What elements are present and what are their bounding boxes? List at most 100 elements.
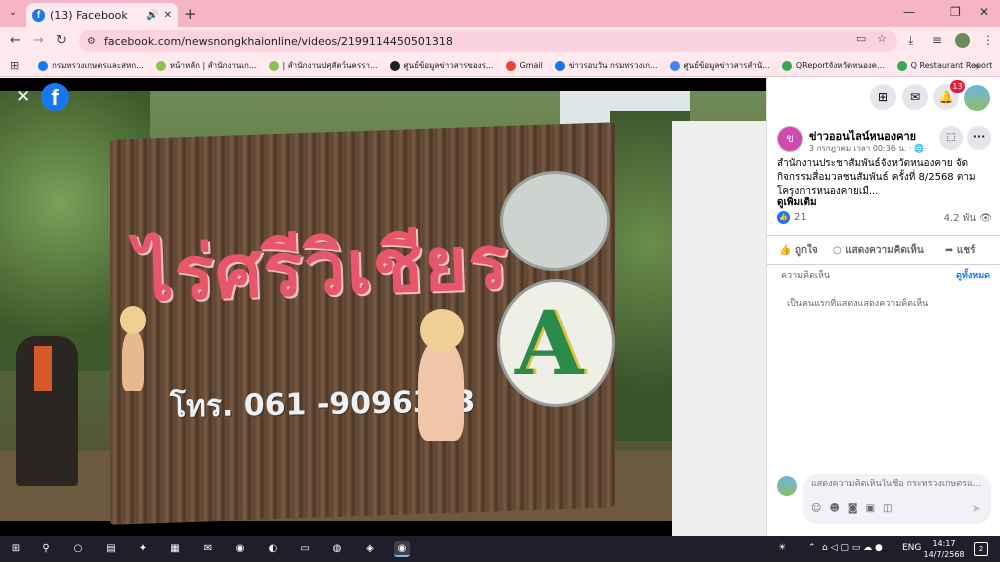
bookmark-item[interactable]: ศูนย์ข้อมูลข่าวสารของร...: [384, 59, 500, 72]
system-tray-icons[interactable]: ⌂ ◁ ▢ ▭ ☁ ●: [822, 543, 883, 553]
profile-avatar[interactable]: [955, 33, 970, 48]
save-post-icon[interactable]: ⬚: [939, 126, 963, 150]
calculator-icon[interactable]: ▦: [167, 541, 183, 557]
comment-input[interactable]: [811, 479, 987, 489]
url-text[interactable]: facebook.com/newsnongkhaionline/videos/2…: [104, 35, 453, 48]
bookmark-favicon-icon: [554, 60, 565, 71]
app-icon[interactable]: ◈: [362, 541, 378, 557]
bookmark-label: Q Restaurant Report: [910, 61, 993, 70]
messenger-icon[interactable]: ✉: [902, 84, 928, 110]
tray-expand-icon[interactable]: ⌃: [808, 543, 816, 553]
bookmark-item[interactable]: QReportจังหวัดหนองค...: [776, 59, 891, 72]
restore-icon[interactable]: ❐: [950, 5, 961, 19]
doll-figure: [418, 341, 464, 441]
close-tab-icon[interactable]: ✕: [164, 10, 172, 21]
forward-icon[interactable]: →: [33, 33, 44, 48]
line-app-icon[interactable]: ◍: [329, 541, 345, 557]
logo-letter: A: [515, 291, 584, 395]
store-icon[interactable]: ▤: [103, 541, 119, 557]
file-explorer-icon[interactable]: ▭: [297, 541, 313, 557]
chrome-icon[interactable]: ◉: [232, 541, 248, 557]
bookmark-item[interactable]: กรมทรวงเกษตรและสหก...: [32, 59, 150, 72]
site-info-icon[interactable]: ⚙: [87, 36, 96, 47]
outlook-icon[interactable]: ✉: [200, 541, 216, 557]
window-close-icon[interactable]: ✕: [979, 5, 989, 19]
chrome-active-icon[interactable]: ◉: [394, 541, 410, 557]
bookmark-item[interactable]: Gmail: [500, 60, 549, 71]
comment-button[interactable]: ○ แสดงความคิดเห็น: [833, 243, 924, 258]
video-frame: A ไร่ศรีวิเชียร โทร. 061 -9096373: [0, 91, 766, 536]
bookmark-item[interactable]: Q Restaurant Report: [891, 60, 999, 71]
facebook-logo-icon[interactable]: f: [41, 83, 69, 111]
bookmark-star-icon[interactable]: ☆: [877, 32, 887, 45]
bookmark-item[interactable]: ศูนย์ข้อมูลข่าวสารสำนั...: [664, 59, 776, 72]
send-icon[interactable]: ➤: [972, 502, 981, 515]
clock-time: 14:17: [932, 539, 956, 548]
avatar-sticker-icon[interactable]: ☺: [811, 503, 821, 514]
post-timestamp[interactable]: 3 กรกฎาคม เวลา 00:36 น. · 🌐: [809, 142, 924, 155]
edge-icon[interactable]: ◐: [265, 541, 281, 557]
bookmark-favicon-icon: [781, 60, 792, 71]
bookmark-label: | สำนักงานปศุสัตว์นครรา...: [282, 61, 378, 70]
download-icon[interactable]: ⤓: [908, 33, 913, 48]
browser-tab[interactable]: f (13) Facebook 🔊 ✕: [26, 3, 178, 27]
tab-search-icon[interactable]: ⌄: [4, 4, 22, 22]
weather-icon[interactable]: ☀: [778, 543, 786, 553]
comment-tools: ☺ ☻ ◙ ▣ ◫: [811, 503, 892, 514]
thumbs-up-icon: 👍: [779, 245, 795, 256]
speaker-icon[interactable]: 🔊: [146, 10, 158, 21]
like-label: ถูกใจ: [794, 245, 818, 256]
sticker-icon[interactable]: ◫: [883, 503, 892, 514]
menu-grid-icon[interactable]: ⊞: [870, 84, 896, 110]
close-video-icon[interactable]: ✕: [16, 89, 30, 106]
gif-icon[interactable]: ▣: [866, 503, 875, 514]
post-panel: ⊞ ✉ 🔔 13 ข ข่าวออนไลน์หนองคาย 3 กรกฎาคม …: [766, 78, 1000, 536]
share-button[interactable]: ➦ แชร์: [945, 243, 975, 258]
account-avatar[interactable]: [964, 85, 990, 111]
back-icon[interactable]: ←: [10, 33, 21, 48]
more-options-icon[interactable]: ···: [967, 126, 991, 150]
reactions-summary[interactable]: 👍 21: [777, 211, 807, 224]
video-player[interactable]: A ไร่ศรีวิเชียร โทร. 061 -9096373: [0, 78, 766, 536]
task-view-icon[interactable]: ○: [70, 541, 86, 557]
more-bookmarks-icon[interactable]: »: [973, 59, 980, 72]
seal-emblem: [500, 171, 610, 271]
minimize-icon[interactable]: —: [903, 5, 915, 19]
apps-grid-icon[interactable]: ⊞: [10, 59, 32, 72]
cast-icon[interactable]: ▭: [856, 32, 866, 45]
address-bar[interactable]: ⚙ facebook.com/newsnongkhaionline/videos…: [79, 30, 897, 52]
system-clock[interactable]: 14:17 14/7/2568: [920, 538, 968, 560]
comment-label: แสดงความคิดเห็น: [845, 245, 924, 256]
white-tent: [672, 121, 766, 536]
bookmark-label: ข่าวรอบวัน กรมทรวงเก...: [568, 61, 658, 70]
comment-composer: ☺ ☻ ◙ ▣ ◫ ➤: [803, 474, 991, 524]
all-comments-link[interactable]: ดูทั้งหมด: [956, 268, 990, 282]
bookmark-item[interactable]: หน้าหลัก | สำนักงานเก...: [150, 59, 263, 72]
bookmark-item[interactable]: | สำนักงานปศุสัตว์นครรา...: [263, 59, 384, 72]
language-indicator[interactable]: ENG: [902, 543, 921, 553]
like-count: 21: [794, 212, 807, 223]
browser-toolbar: ← → ↻ ⚙ facebook.com/newsnongkhaionline/…: [0, 27, 1000, 55]
windows-start-icon[interactable]: ⊞: [8, 541, 24, 557]
search-icon[interactable]: ⚲: [38, 541, 54, 557]
reload-icon[interactable]: ↻: [56, 33, 67, 48]
menu-icon[interactable]: ⋮: [982, 33, 994, 47]
camera-icon[interactable]: ◙: [848, 503, 858, 514]
bookmark-favicon-icon: [389, 60, 400, 71]
bookmark-item[interactable]: ข่าวรอบวัน กรมทรวงเก...: [549, 59, 664, 72]
bookmarks-bar: ⊞ กรมทรวงเกษตรและสหก... หน้าหลัก | สำนักง…: [0, 55, 1000, 77]
page-avatar[interactable]: ข: [777, 126, 803, 152]
like-button[interactable]: 👍 ถูกใจ: [779, 243, 818, 258]
copilot-icon[interactable]: ✦: [135, 541, 151, 557]
media-control-icon[interactable]: ≡: [932, 33, 942, 47]
notification-center-icon[interactable]: 2: [974, 542, 988, 556]
new-tab-icon[interactable]: +: [184, 5, 197, 23]
windows-taskbar: ⊞ ⚲ ○ ▤ ✦ ▦ ✉ ◉ ◐ ▭ ◍ ◈ ◉ ☀ ⌃ ⌂ ◁ ▢ ▭ ☁ …: [0, 536, 1000, 562]
see-more-link[interactable]: ดูเพิ่มเติม: [777, 195, 817, 210]
emoji-icon[interactable]: ☻: [829, 503, 839, 514]
bookmark-label: QReportจังหวัดหนองค...: [795, 61, 885, 70]
comment-bubble-icon: ○: [833, 245, 846, 256]
bookmark-label: ศูนย์ข้อมูลข่าวสารสำนั...: [683, 61, 770, 70]
bookmark-favicon-icon: [268, 60, 279, 71]
comments-heading: ความคิดเห็น: [781, 271, 831, 281]
